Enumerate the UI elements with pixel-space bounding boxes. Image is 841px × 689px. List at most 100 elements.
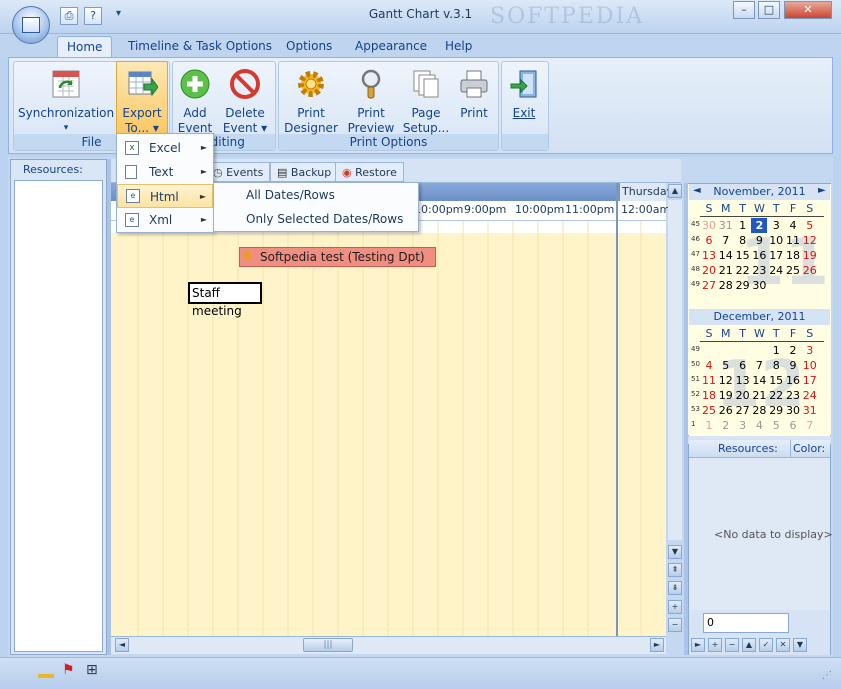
application-menu-button[interactable]: [12, 6, 50, 44]
calendar-day[interactable]: 25: [785, 263, 801, 278]
calendar-day[interactable]: 15: [768, 373, 784, 388]
calendar-day[interactable]: 29: [768, 403, 784, 418]
horizontal-scroll-thumb[interactable]: |||: [303, 638, 353, 652]
nav-up-icon[interactable]: ▲: [742, 638, 756, 652]
status-flag-icon[interactable]: ⚑: [62, 662, 75, 678]
calendar-day[interactable]: 25: [701, 403, 717, 418]
calendar-day[interactable]: 4: [701, 358, 717, 373]
calendar-day[interactable]: 21: [751, 388, 767, 403]
calendar-day[interactable]: 13: [735, 373, 751, 388]
nav-next-icon[interactable]: ►: [691, 638, 705, 652]
calendar-day[interactable]: 1: [701, 418, 717, 433]
status-network-icon[interactable]: ⊞: [86, 662, 98, 678]
calendar-day[interactable]: 12: [802, 233, 818, 248]
menu-item-only-selected-dates-rows[interactable]: Only Selected Dates/Rows: [214, 207, 418, 231]
calendar-day[interactable]: 9: [751, 233, 767, 248]
calendar-day[interactable]: 31: [802, 403, 818, 418]
calendar-day[interactable]: 19: [718, 388, 734, 403]
calendar-day[interactable]: 27: [701, 278, 717, 293]
calendar-day[interactable]: 31: [718, 218, 734, 233]
export-to-button[interactable]: Export To... ▾: [116, 68, 168, 136]
page-setup-button[interactable]: Page Setup...: [402, 68, 450, 136]
calendar-day[interactable]: 2: [751, 218, 768, 233]
calendar-day[interactable]: 19: [802, 248, 818, 263]
close-button[interactable]: ✕: [784, 1, 832, 19]
calendar-day[interactable]: 14: [751, 373, 767, 388]
status-highlight-icon[interactable]: [38, 664, 54, 678]
calendar-day[interactable]: 22: [735, 263, 751, 278]
calendar-day[interactable]: 20: [701, 263, 717, 278]
column-resources[interactable]: Resources:: [718, 442, 778, 455]
calendar-day[interactable]: 30: [785, 403, 801, 418]
resources-list[interactable]: [14, 180, 103, 652]
calendar-day[interactable]: 13: [701, 248, 717, 263]
restore-button[interactable]: ◉ Restore: [335, 162, 404, 182]
tab-home[interactable]: Home: [57, 36, 113, 58]
scroll-down-button[interactable]: ▼: [668, 545, 682, 559]
print-button[interactable]: Print: [454, 68, 494, 121]
calendar-day[interactable]: 27: [735, 403, 751, 418]
calendar-day[interactable]: 10: [768, 233, 784, 248]
calendar-day[interactable]: 11: [785, 233, 801, 248]
calendar-day[interactable]: 3: [802, 343, 818, 358]
print-designer-button[interactable]: Print Designer: [284, 68, 338, 136]
horizontal-scrollbar[interactable]: [111, 636, 666, 654]
backup-button[interactable]: ▤ Backup: [270, 162, 339, 182]
calendar-day[interactable]: 18: [701, 388, 717, 403]
calendar-day[interactable]: 26: [718, 403, 734, 418]
add-event-button[interactable]: Add Event: [172, 68, 218, 136]
calendar-day[interactable]: 8: [735, 233, 751, 248]
calendar-day[interactable]: 17: [802, 373, 818, 388]
nav-cancel-icon[interactable]: ✕: [776, 638, 790, 652]
calendar-day[interactable]: 28: [751, 403, 767, 418]
menu-item-html[interactable]: e Html ►: [117, 184, 213, 208]
calendar-day[interactable]: 3: [735, 418, 751, 433]
delete-event-button[interactable]: Delete Event ▾: [220, 68, 270, 136]
calendar-day[interactable]: 1: [735, 218, 751, 233]
calendar-day[interactable]: 24: [802, 388, 818, 403]
calendar-day[interactable]: 5: [802, 218, 818, 233]
calendar-day[interactable]: 5: [718, 358, 734, 373]
calendar-day[interactable]: 30: [751, 278, 767, 293]
resource-value-field[interactable]: 0: [703, 613, 789, 633]
maximize-button[interactable]: □: [758, 1, 780, 19]
exit-button[interactable]: Exit: [504, 68, 544, 121]
tab-help[interactable]: Help: [436, 36, 481, 58]
calendar-day[interactable]: 29: [735, 278, 751, 293]
calendar-day[interactable]: 16: [751, 248, 767, 263]
calendar-day[interactable]: 14: [718, 248, 734, 263]
calendar-day[interactable]: 17: [768, 248, 784, 263]
menu-item-excel[interactable]: x Excel ►: [117, 136, 213, 160]
tab-options[interactable]: Options: [277, 36, 341, 58]
calendar-day[interactable]: 21: [718, 263, 734, 278]
calendar-day[interactable]: 7: [751, 358, 767, 373]
calendar-next-month-icon[interactable]: ►: [818, 185, 826, 196]
calendar-day[interactable]: 20: [735, 388, 751, 403]
calendar-day[interactable]: 1: [768, 343, 784, 358]
calendar-day[interactable]: 22: [768, 388, 784, 403]
calendar-day[interactable]: 24: [768, 263, 784, 278]
calendar-day[interactable]: 9: [785, 358, 801, 373]
calendar-day[interactable]: 15: [735, 248, 751, 263]
menu-item-xml[interactable]: e Xml ►: [117, 208, 213, 232]
calendar-day[interactable]: 2: [785, 343, 801, 358]
nav-check-icon[interactable]: ✓: [759, 638, 773, 652]
calendar-day[interactable]: 5: [768, 418, 784, 433]
scroll-top-button[interactable]: ⇞: [668, 563, 682, 577]
column-color[interactable]: Color:: [793, 442, 825, 455]
nav-remove-icon[interactable]: −: [725, 638, 739, 652]
calendar-day[interactable]: 12: [718, 373, 734, 388]
calendar-day[interactable]: 6: [785, 418, 801, 433]
calendar-day[interactable]: 3: [768, 218, 784, 233]
resize-grip-icon[interactable]: ⋰: [822, 670, 832, 681]
events-button[interactable]: ◷ Events: [206, 162, 271, 182]
nav-add-icon[interactable]: +: [708, 638, 722, 652]
scroll-right-button[interactable]: ►: [650, 638, 664, 652]
calendar-day[interactable]: 10: [802, 358, 818, 373]
calendar-day[interactable]: 2: [718, 418, 734, 433]
calendar-day[interactable]: 23: [751, 263, 767, 278]
calendar-day[interactable]: 23: [785, 388, 801, 403]
calendar-day[interactable]: 6: [735, 358, 751, 373]
scroll-up-button[interactable]: ▲: [668, 184, 682, 198]
calendar-day[interactable]: 11: [701, 373, 717, 388]
